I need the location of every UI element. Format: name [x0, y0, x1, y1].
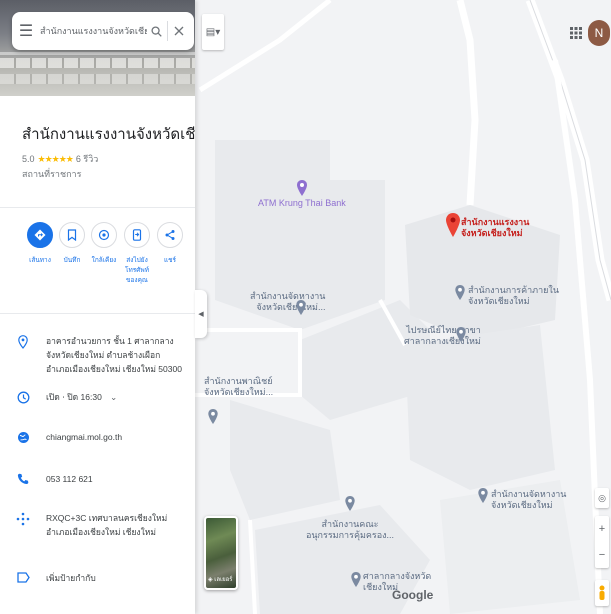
avatar[interactable]: N	[588, 20, 610, 46]
my-location-button[interactable]: ◎	[595, 488, 609, 508]
poi-commerce-provincial[interactable]: สำนักงานพาณิชย์ จังหวัดเชียงใหม่...	[204, 376, 273, 398]
poi-pin-icon	[208, 409, 218, 424]
nearby-icon	[98, 229, 110, 241]
google-logo: Google	[392, 588, 434, 602]
zoom-out-button[interactable]: −	[599, 549, 605, 561]
star-rating-icon: ★★★★★	[37, 153, 74, 164]
poi-employment-office[interactable]: สำนักงานจัดหางาน จังหวัดเชียงใหม่	[491, 489, 566, 511]
crosshair-icon: ◎	[598, 492, 606, 503]
poi-pin-icon	[345, 496, 355, 511]
rating-value: 5.0	[22, 154, 35, 164]
add-label-row[interactable]: เพิ่มป้ายกำกับ	[0, 571, 195, 585]
apps-grid-icon[interactable]	[570, 26, 582, 44]
chevron-left-icon: ◀	[198, 311, 204, 318]
poi-pin-icon	[296, 300, 306, 315]
plus-code-icon	[16, 512, 30, 526]
layers-toggle-button[interactable]: ▤▾	[202, 14, 224, 50]
search-divider	[167, 21, 168, 41]
avatar-letter: N	[594, 26, 604, 40]
poi-selected-label[interactable]: สำนักงานแรงงาน จังหวัดเชียงใหม่	[461, 217, 529, 239]
selected-marker-icon	[446, 213, 460, 237]
globe-icon	[17, 432, 29, 443]
divider	[0, 207, 195, 208]
send-to-phone-button[interactable]: ส่งไปยังโทรศัพท์ของคุณ	[120, 222, 154, 286]
pegman-icon	[599, 585, 605, 600]
hours-row[interactable]: เปิด ⋅ ปิด 16:30 ⌄	[0, 390, 195, 404]
zoom-in-button[interactable]: +	[599, 523, 605, 535]
reviews-link[interactable]: 6 รีวิว	[76, 152, 98, 166]
bookmark-icon	[67, 229, 77, 241]
poi-commerce-office[interactable]: สำนักงานการค้าภายใน จังหวัดเชียงใหม่	[468, 285, 559, 307]
add-label-text: เพิ่มป้ายกำกับ	[46, 573, 96, 583]
search-icon[interactable]	[147, 25, 165, 37]
selected-place-marker[interactable]	[446, 213, 460, 242]
poi-pin-icon	[456, 327, 466, 342]
rating-row[interactable]: 5.0 ★★★★★ 6 รีวิว	[22, 152, 98, 166]
share-icon	[165, 230, 175, 240]
plus-code-text: RXQC+3C เทศบาลนครเชียงใหม่ อำเภอเมืองเชี…	[46, 513, 168, 537]
address-text: อาคารอำนวยการ ชั้น 1 ศาลากลางจังหวัดเชีย…	[46, 336, 182, 374]
poi-pin-icon	[478, 488, 488, 503]
phone-row[interactable]: 053 112 621	[0, 472, 195, 486]
hours-text: เปิด ⋅ ปิด 16:30 ⌄	[46, 392, 118, 402]
plus-code-row[interactable]: RXQC+3C เทศบาลนครเชียงใหม่ อำเภอเมืองเชี…	[0, 511, 195, 539]
menu-icon[interactable]: ☰	[12, 21, 40, 41]
directions-icon	[34, 229, 46, 241]
poi-atm[interactable]: ATM Krung Thai Bank	[258, 180, 346, 209]
label-tag-icon	[16, 572, 30, 583]
address-row[interactable]: อาคารอำนวยการ ชั้น 1 ศาลากลางจังหวัดเชีย…	[0, 334, 195, 376]
zoom-controls: + −	[595, 516, 609, 568]
website-row[interactable]: chiangmai.mol.go.th	[0, 430, 195, 444]
poi-pin-icon	[351, 572, 361, 587]
poi-committee-office[interactable]: สำนักงานคณะ อนุกรรมการคุ้มครอง...	[306, 496, 394, 541]
phone-text: 053 112 621	[46, 474, 93, 484]
layers-icon: ▤▾	[205, 26, 221, 38]
location-pin-icon	[18, 335, 28, 349]
collapse-panel-button[interactable]: ◀	[195, 290, 207, 338]
satellite-layer-label: ◈ เลเยอร์	[208, 577, 233, 583]
save-button[interactable]: บันทึก	[55, 222, 89, 266]
phone-send-icon	[132, 229, 142, 241]
map-road	[456, 0, 479, 206]
directions-button[interactable]: เส้นทาง	[23, 222, 57, 266]
divider	[0, 313, 195, 314]
poi-pin-icon	[455, 285, 465, 300]
map-road	[248, 519, 257, 614]
map-block	[405, 325, 555, 490]
search-input[interactable]: สำนักงานแรงงานจังหวัดเชียงใหม่	[40, 24, 147, 38]
search-box: ☰ สำนักงานแรงงานจังหวัดเชียงใหม่	[12, 12, 194, 50]
nearby-button[interactable]: ใกล้เคียง	[87, 222, 121, 266]
poi-post-office[interactable]: ไปรษณีย์ไทย สาขา ศาลากลางเชียงใหม่	[404, 325, 481, 347]
place-panel: ☰ สำนักงานแรงงานจังหวัดเชียงใหม่ สำนักงา…	[0, 0, 195, 614]
page-title: สำนักงานแรงงานจังหวัดเชียงใหม่	[22, 126, 195, 143]
website-text: chiangmai.mol.go.th	[46, 432, 123, 442]
share-button[interactable]: แชร์	[153, 222, 187, 266]
pegman-button[interactable]	[595, 580, 609, 606]
satellite-layer-thumbnail[interactable]: ◈ เลเยอร์	[204, 516, 238, 590]
clock-icon	[17, 391, 29, 404]
place-category[interactable]: สถานที่ราชการ	[22, 167, 81, 181]
poi-pin-icon	[296, 180, 307, 196]
chevron-down-icon[interactable]: ⌄	[110, 392, 117, 402]
layers-icon: ◈	[208, 577, 213, 583]
close-icon[interactable]	[170, 26, 188, 36]
poi-provincial-office[interactable]: สำนักงานจัดหางาน จังหวัดเชียงใหม่...	[250, 291, 325, 313]
phone-icon	[17, 473, 29, 485]
